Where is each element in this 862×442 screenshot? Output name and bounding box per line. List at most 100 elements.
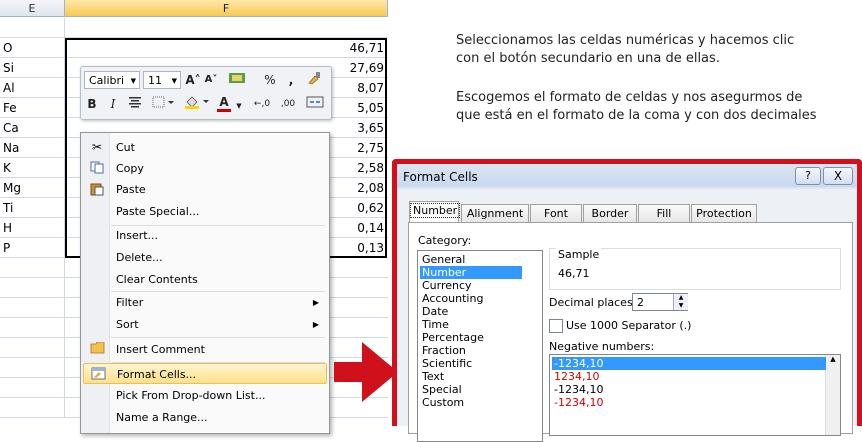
cell-e[interactable]: Fe [0,98,65,118]
cell-f[interactable]: 46,71 [65,38,388,58]
category-item[interactable]: Percentage [420,331,522,344]
menu-item-name-range[interactable]: Name a Range... [83,407,327,428]
cell-e[interactable] [0,358,65,378]
category-item[interactable]: Scientific [420,357,522,370]
font-size-select[interactable]: 11 ▼ [143,71,181,89]
negative-numbers-list[interactable]: ▲ -1234,10 1234,10 -1234,10 -1234,10 [549,354,841,436]
use-separator-label: Use 1000 Separator (.) [566,319,692,332]
menu-item-label: Pick From Drop-down List... [116,389,266,402]
help-button[interactable]: ? [795,167,821,185]
negative-number-option[interactable]: -1234,10 [552,383,826,396]
comma-style-button[interactable]: , [285,71,297,89]
category-item[interactable]: Date [420,305,522,318]
menu-item-sort[interactable]: Sort ▶ [83,314,327,335]
menu-item-filter[interactable]: Filter ▶ [83,292,327,313]
menu-item-clear-contents[interactable]: Clear Contents [83,269,327,290]
cell-e[interactable]: O [0,38,65,58]
menu-item-insert[interactable]: Insert... [83,225,327,246]
cell-e[interactable] [0,378,65,398]
menu-item-label: Copy [116,162,144,175]
menu-item-copy[interactable]: Copy [83,158,327,179]
increase-decimal-button[interactable]: ←,0 [251,95,273,113]
cell-e[interactable] [0,258,65,278]
menu-item-cut[interactable]: ✂ Cut [83,137,327,158]
sample-value: 46,71 [558,267,590,280]
grow-font-button[interactable]: A˄ [185,71,201,89]
category-list[interactable]: General Number Currency Accounting Date Time P… [417,250,543,442]
percent-button[interactable]: % [263,71,277,89]
format-painter-icon[interactable] [305,71,323,89]
close-button[interactable]: X [823,167,853,185]
cell-e[interactable]: Al [0,78,65,98]
use-separator-checkbox[interactable] [549,319,563,333]
cell-e[interactable] [0,398,65,418]
category-item[interactable]: Currency [420,279,522,292]
tab-border[interactable]: Border [583,204,637,222]
cell-f[interactable] [65,18,388,38]
decimal-spinner[interactable]: ▲ ▼ [673,294,688,310]
menu-item-label: Paste [116,183,146,196]
category-item[interactable]: Special [420,383,522,396]
tab-label: Number [410,203,461,218]
instruction-line: que está en el formato de la coma y con … [456,108,817,123]
submenu-arrow-icon: ▶ [312,298,319,307]
category-item[interactable]: General [420,253,522,266]
column-header-e[interactable]: E [0,0,65,17]
accounting-format-icon[interactable] [227,71,247,89]
tab-font[interactable]: Font [530,204,582,222]
mini-toolbar: Calibri ▼ 11 ▼ A˄ A˅ % , B I A ▼ ←,0 ,00 [80,66,332,120]
cell-e[interactable] [0,338,65,358]
negative-number-option[interactable]: -1234,10 [552,396,826,409]
negative-number-option[interactable]: 1234,10 [552,370,826,383]
cell-e[interactable] [0,18,65,38]
cell-e[interactable] [0,318,65,338]
category-item[interactable]: Number [420,266,522,279]
tab-fill[interactable]: Fill [638,204,690,222]
cell-e[interactable]: Si [0,58,65,78]
cell-e[interactable]: Ti [0,198,65,218]
category-item[interactable]: Time [420,318,522,331]
cell-e[interactable]: P [0,238,65,258]
menu-item-insert-comment[interactable]: Insert Comment [83,339,327,360]
center-align-icon[interactable] [127,95,143,113]
tab-alignment[interactable]: Alignment [461,204,529,222]
scrollbar[interactable]: ▲ [825,355,840,435]
tab-number[interactable]: Number [409,201,461,223]
negative-number-option[interactable]: -1234,10 [552,357,826,370]
shrink-font-button[interactable]: A˅ [203,71,219,89]
category-item[interactable]: Accounting [420,292,522,305]
font-name-select[interactable]: Calibri ▼ [84,71,140,89]
spin-up-icon[interactable]: ▲ [674,294,688,302]
menu-item-paste-special[interactable]: Paste Special... [83,201,327,222]
borders-icon[interactable] [151,95,177,113]
decrease-decimal-button[interactable]: ,00 [277,95,299,113]
cell-e[interactable]: Ca [0,118,65,138]
chevron-down-icon: ▼ [171,77,177,85]
menu-item-delete[interactable]: Delete... [83,247,327,268]
category-item[interactable]: Custom [420,396,522,409]
cell-e[interactable] [0,298,65,318]
paste-icon [89,182,105,197]
menu-item-paste[interactable]: Paste [83,179,327,200]
cell-e[interactable]: H [0,218,65,238]
cell-e[interactable]: Mg [0,178,65,198]
tab-protection[interactable]: Protection [691,204,757,222]
spin-down-icon[interactable]: ▼ [674,302,688,310]
italic-button[interactable]: I [107,95,119,113]
cell-e[interactable] [0,278,65,298]
cell-e[interactable]: Na [0,138,65,158]
bold-button[interactable]: B [85,95,99,113]
menu-item-pick-dropdown[interactable]: Pick From Drop-down List... [83,385,327,406]
menu-item-label: Sort [116,318,139,331]
dialog-title: Format Cells [403,170,478,184]
menu-item-format-cells[interactable]: Format Cells... [83,363,327,384]
category-item[interactable]: Text [420,370,522,383]
font-color-button[interactable]: A [217,93,231,112]
cell-e[interactable]: K [0,158,65,178]
column-header-f[interactable]: F [65,0,388,17]
chevron-down-icon[interactable]: ▼ [235,97,243,115]
sample-label: Sample [556,248,602,261]
fill-color-icon[interactable] [183,95,211,113]
merge-center-icon[interactable] [305,95,325,113]
category-item[interactable]: Fraction [420,344,522,357]
